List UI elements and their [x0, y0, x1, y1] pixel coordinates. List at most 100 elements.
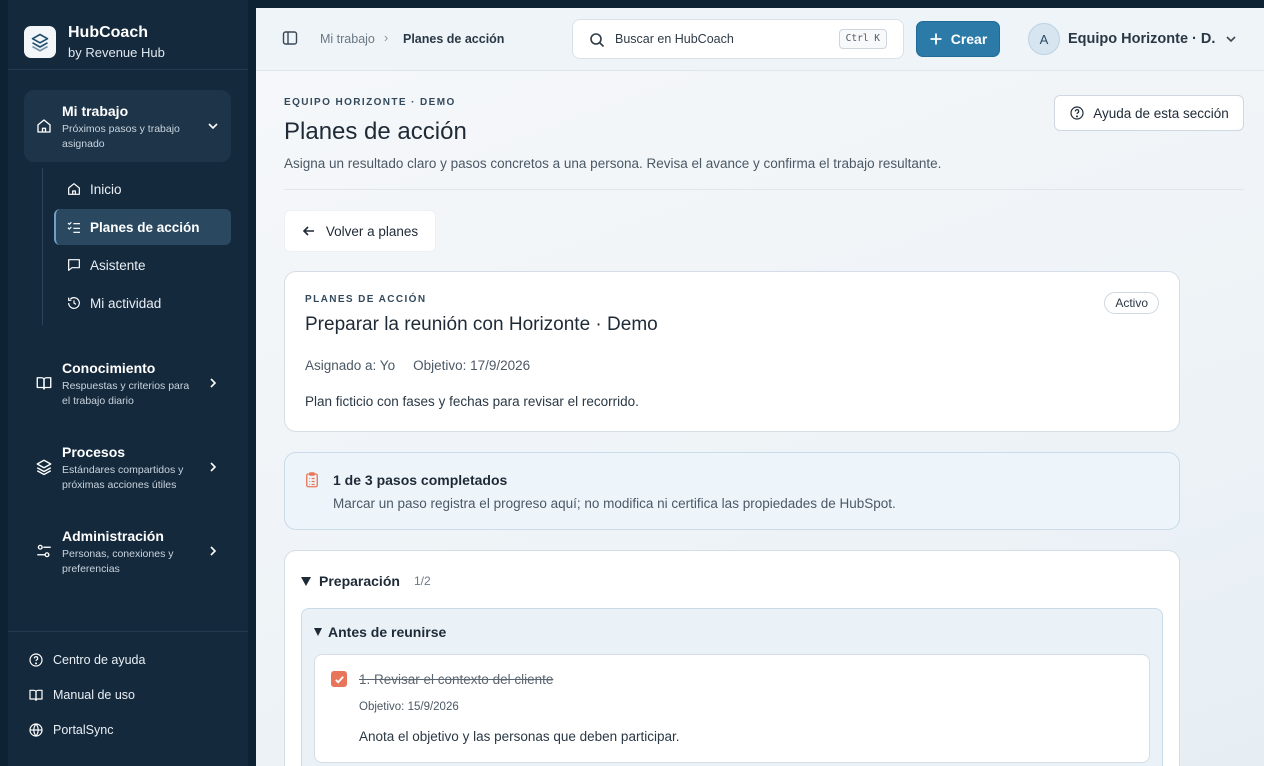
phase-toggle[interactable]: Preparación 1/2	[301, 573, 431, 589]
topbar: Mi trabajo › Planes de acción Buscar en …	[256, 8, 1264, 71]
sidebar-item-label: Asistente	[90, 257, 146, 273]
group-desc: Personas, conexiones y preferencias	[62, 548, 174, 575]
caret-down-icon	[314, 628, 322, 636]
back-label: Volver a planes	[325, 223, 419, 239]
sidebar-toggle-icon[interactable]	[282, 30, 298, 46]
footer-portalsync[interactable]: PortalSync	[28, 722, 113, 738]
plan-assigned: Asignado a: Yo	[305, 358, 396, 373]
chevron-down-icon	[1226, 36, 1236, 43]
checklist-icon	[67, 221, 80, 233]
chevron-right-icon	[210, 462, 217, 472]
history-icon	[68, 297, 80, 309]
phase-card: Preparación 1/2 Antes de reunirse 1. Rev…	[284, 550, 1180, 766]
phase-count: 1/2	[413, 574, 431, 588]
sidebar-group-procesos[interactable]: Procesos Estándares compartidos y próxim…	[24, 434, 231, 500]
breadcrumb-mi-trabajo[interactable]: Mi trabajo	[320, 32, 375, 46]
sidebar-item-label: Inicio	[90, 181, 122, 197]
progress-description: Marcar un paso registra el progreso aquí…	[333, 496, 896, 511]
brand[interactable]: HubCoach by Revenue Hub	[24, 23, 165, 63]
sidebar-group-administracion[interactable]: Administración Personas, conexiones y pr…	[24, 518, 231, 584]
step-checkbox[interactable]	[331, 671, 347, 687]
sidebar-item-label: Planes de acción	[90, 219, 200, 235]
chat-icon	[68, 259, 80, 271]
sidebar-item-asistente[interactable]: Asistente	[54, 247, 231, 283]
create-label: Crear	[950, 31, 988, 47]
section-help-button[interactable]: Ayuda de esta sección	[1054, 95, 1244, 131]
group-title: Conocimiento	[62, 360, 156, 376]
plus-icon	[930, 33, 942, 45]
plan-title: Preparar la reunión con Horizonte · Demo	[305, 314, 658, 335]
page-description: Asigna un resultado claro y pasos concre…	[284, 156, 942, 171]
page-divider	[284, 189, 1244, 190]
search-input[interactable]: Buscar en HubCoach Ctrl K	[572, 19, 904, 59]
sidebar-item-actividad[interactable]: Mi actividad	[54, 285, 231, 321]
submenu-line	[42, 168, 43, 325]
group-desc: Respuestas y criterios para el trabajo d…	[62, 380, 190, 407]
caret-down-icon	[301, 576, 311, 586]
team-selector[interactable]: A Equipo Horizonte · D...	[1028, 23, 1238, 55]
page-eyebrow: EQUIPO HORIZONTE · DEMO	[284, 97, 456, 108]
progress-card: 1 de 3 pasos completados Marcar un paso …	[284, 452, 1180, 530]
sidebar-group-conocimiento[interactable]: Conocimiento Respuestas y criterios para…	[24, 350, 231, 416]
step-card: 1. Revisar el contexto del cliente Objet…	[314, 654, 1150, 763]
breadcrumb-current: Planes de acción	[403, 32, 505, 46]
sidebar-divider	[8, 631, 248, 632]
footer-label: PortalSync	[53, 723, 114, 737]
plan-card: PLANES DE ACCIÓN Preparar la reunión con…	[284, 271, 1180, 432]
book-open-icon	[29, 689, 43, 701]
group-title: Mi trabajo	[62, 103, 129, 119]
book-icon	[36, 377, 52, 390]
layers-icon	[36, 459, 52, 476]
plan-eyebrow: PLANES DE ACCIÓN	[305, 294, 427, 305]
search-icon	[590, 33, 605, 48]
group-desc: Próximos pasos y trabajo asignado	[62, 123, 180, 150]
back-to-plans-button[interactable]: Volver a planes	[284, 210, 436, 252]
status-badge: Activo	[1104, 292, 1159, 314]
help-label: Ayuda de esta sección	[1093, 105, 1229, 121]
team-name: Equipo Horizonte · D...	[1068, 31, 1216, 47]
sidebar-item-planes[interactable]: Planes de acción	[54, 209, 231, 245]
check-icon	[334, 675, 344, 684]
chevron-down-icon	[208, 123, 218, 130]
progress-title: 1 de 3 pasos completados	[333, 472, 508, 488]
arrow-left-icon	[302, 226, 314, 236]
subsection: Antes de reunirse 1. Revisar el contexto…	[301, 608, 1163, 766]
plan-objective: Objetivo: 17/9/2026	[413, 358, 531, 373]
help-circle-icon	[29, 653, 43, 667]
sidebar-group-mi-trabajo[interactable]: Mi trabajo Próximos pasos y trabajo asig…	[24, 90, 231, 162]
page-title: Planes de acción	[284, 118, 467, 145]
subsection-name: Antes de reunirse	[328, 624, 447, 640]
phase-name: Preparación	[319, 573, 400, 589]
group-desc: Estándares compartidos y próximas accion…	[62, 464, 184, 491]
chevron-right-icon	[210, 378, 217, 388]
help-circle-icon	[1070, 106, 1084, 120]
sidebar-item-inicio[interactable]: Inicio	[54, 171, 231, 207]
create-button[interactable]: Crear	[916, 21, 1000, 57]
footer-label: Centro de ayuda	[53, 653, 146, 667]
home-icon	[68, 183, 80, 195]
group-title: Administración	[62, 528, 164, 544]
search-shortcut: Ctrl K	[838, 29, 887, 49]
footer-manual[interactable]: Manual de uso	[28, 687, 135, 703]
breadcrumb-chevron-icon: ›	[384, 31, 389, 45]
chevron-right-icon	[210, 546, 217, 556]
footer-label: Manual de uso	[53, 688, 136, 702]
main-content: Mi trabajo › Planes de acción Buscar en …	[256, 8, 1264, 766]
sliders-icon	[37, 544, 51, 558]
search-label: Buscar en HubCoach	[615, 32, 734, 46]
globe-icon	[29, 723, 43, 737]
plan-meta: Asignado a: Yo Objetivo: 17/9/2026	[305, 358, 530, 373]
plan-description: Plan ficticio con fases y fechas para re…	[305, 394, 639, 409]
subsection-toggle[interactable]: Antes de reunirse	[314, 624, 446, 640]
avatar: A	[1028, 23, 1060, 55]
brand-name: HubCoach	[68, 24, 148, 41]
clipboard-icon	[306, 472, 318, 488]
step-description: Anota el objetivo y las personas que deb…	[359, 729, 680, 744]
sidebar: HubCoach by Revenue Hub Mi trabajo Próxi…	[8, 0, 248, 766]
step-title: 1. Revisar el contexto del cliente	[359, 672, 554, 687]
footer-help-center[interactable]: Centro de ayuda	[28, 652, 145, 668]
group-title: Procesos	[62, 444, 126, 460]
step-objective: Objetivo: 15/9/2026	[359, 701, 459, 713]
layers-logo-icon	[24, 26, 56, 58]
sidebar-item-label: Mi actividad	[90, 295, 162, 311]
